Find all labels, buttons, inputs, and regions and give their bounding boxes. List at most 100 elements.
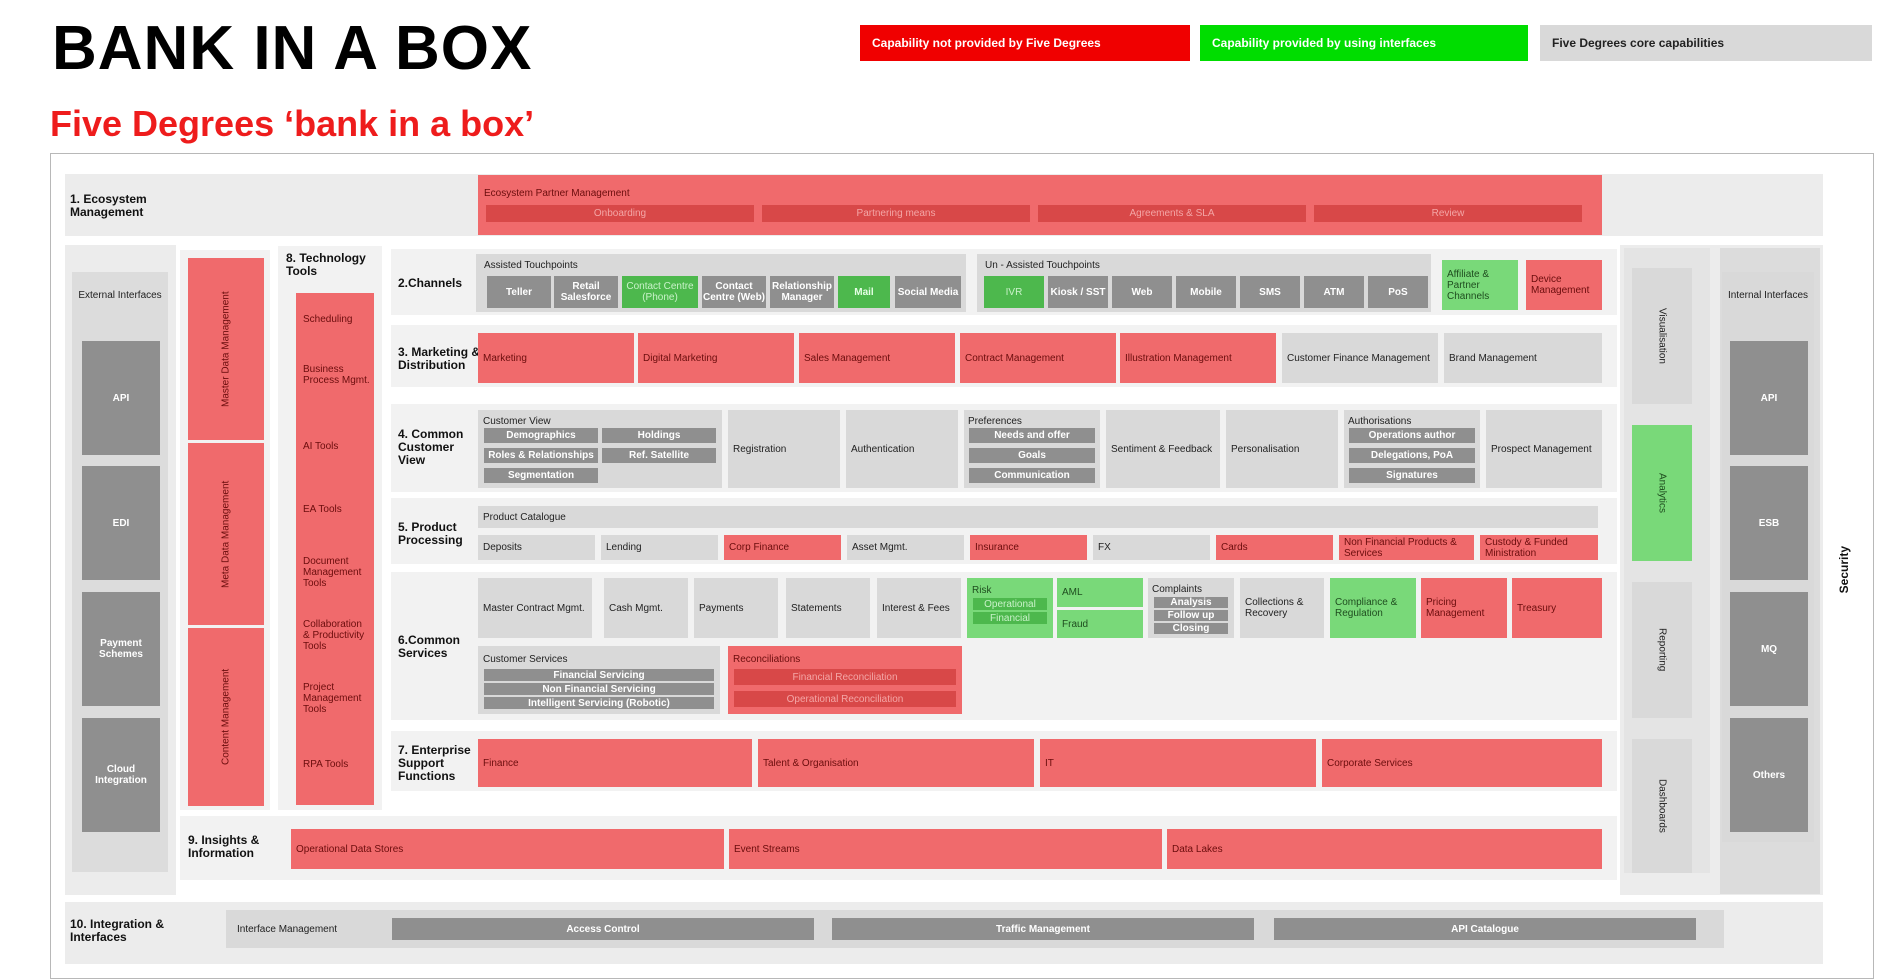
enterprise-title: 7. Enterprise Support Functions: [398, 743, 471, 783]
security-label: Security: [1834, 540, 1854, 600]
insight-item: Event Streams: [729, 829, 1162, 869]
channel-item: Relationship Manager: [770, 276, 834, 308]
tech-tool-item: Business Process Mgmt.: [303, 364, 370, 386]
external-interface-item: Payment Schemes: [82, 592, 160, 706]
risk-title: Risk: [972, 585, 992, 596]
product-item: Insurance: [970, 535, 1087, 560]
reconciliation-item: Operational Reconciliation: [734, 691, 956, 707]
channel-item: IVR: [984, 276, 1044, 308]
marketing-item: Marketing: [478, 333, 634, 383]
internal-interface-item: Others: [1730, 718, 1808, 832]
channel-item: Mail: [838, 276, 890, 308]
preferences-title: Preferences: [968, 416, 1022, 427]
complaint-item: Closing: [1154, 623, 1228, 634]
channel-item: ATM: [1304, 276, 1364, 308]
legend-not-provided: Capability not provided by Five Degrees: [860, 25, 1190, 61]
risk-item: Operational: [973, 598, 1047, 610]
right-column-item: Dashboards: [1632, 739, 1692, 873]
product-item: Cards: [1216, 535, 1333, 560]
sentiment-feedback: Sentiment & Feedback: [1106, 410, 1220, 488]
tech-tool-item: Scheduling: [303, 314, 353, 325]
right-column-item: Visualisation: [1632, 268, 1692, 404]
device-management: Device Management: [1526, 260, 1602, 310]
insights-title: 9. Insights & Information: [188, 833, 260, 860]
right-column-label: Analytics: [1656, 472, 1668, 513]
tech-tool-item: EA Tools: [303, 504, 342, 515]
service-item: Cash Mgmt.: [604, 578, 688, 638]
personalisation: Personalisation: [1226, 410, 1338, 488]
product-item: Non Financial Products & Services: [1339, 535, 1474, 560]
data-mgmt-label: Content Management: [220, 668, 232, 766]
collections-recovery: Collections & Recovery: [1240, 578, 1324, 638]
integration-item: Traffic Management: [832, 918, 1254, 940]
service-item: Master Contract Mgmt.: [478, 578, 592, 638]
product-item: Corp Finance: [724, 535, 841, 560]
channel-item: Social Media: [895, 276, 961, 308]
ecosystem-item: Onboarding: [486, 205, 754, 222]
enterprise-item: IT: [1040, 739, 1316, 787]
customer-title: 4. Common Customer View: [398, 427, 464, 467]
tech-tool-item: Document Management Tools: [303, 556, 362, 589]
data-mgmt-label: Meta Data Management: [220, 480, 232, 588]
ecosystem-item: Partnering means: [762, 205, 1030, 222]
channels-title: 2.Channels: [398, 276, 463, 290]
integration-item: API Catalogue: [1274, 918, 1696, 940]
product-item: Lending: [601, 535, 718, 560]
external-interface-item: Cloud Integration: [82, 718, 160, 832]
channel-item: Mobile: [1176, 276, 1236, 308]
channel-item: Contact Centre (Phone): [622, 276, 698, 308]
external-interface-item: EDI: [82, 466, 160, 580]
internal-interfaces-title: Internal Interfaces: [1727, 290, 1809, 301]
integration-title: 10. Integration & Interfaces: [70, 917, 165, 944]
service-item: Interest & Fees: [877, 578, 961, 638]
right-column-label: Reporting: [1656, 628, 1668, 672]
page-subtitle: Five Degrees ‘bank in a box’: [50, 103, 535, 144]
treasury: Treasury: [1512, 578, 1602, 638]
product-item: Deposits: [478, 535, 595, 560]
internal-interface-item: MQ: [1730, 592, 1808, 706]
product-catalogue: Product Catalogue: [478, 506, 1598, 528]
customer-service-item: Non Financial Servicing: [484, 683, 714, 695]
product-item: Asset Mgmt.: [847, 535, 964, 560]
marketing-item: Illustration Management: [1120, 333, 1276, 383]
authorisation-item: Signatures: [1349, 468, 1475, 483]
enterprise-item: Finance: [478, 739, 752, 787]
reconciliations-title: Reconciliations: [733, 654, 801, 665]
affiliate-channels: Affiliate & Partner Channels: [1442, 260, 1518, 310]
customer-view-item: Roles & Relationships: [484, 448, 598, 463]
compliance-regulation: Compliance & Regulation: [1330, 578, 1416, 638]
legend-interfaces: Capability provided by using interfaces: [1200, 25, 1528, 61]
channel-item: Web: [1112, 276, 1172, 308]
customer-view-title: Customer View: [483, 416, 551, 427]
complaint-item: Follow up: [1154, 610, 1228, 621]
ecosystem-partner-label: Ecosystem Partner Management: [484, 188, 630, 199]
customer-view-item: Segmentation: [484, 468, 598, 483]
customer-service-item: Financial Servicing: [484, 669, 714, 681]
channel-item: SMS: [1240, 276, 1300, 308]
marketing-title: 3. Marketing & Distribution: [398, 345, 481, 372]
product-item: FX: [1093, 535, 1210, 560]
unassisted-title: Un - Assisted Touchpoints: [985, 260, 1100, 271]
marketing-item: Contract Management: [960, 333, 1116, 383]
customer-view-item: Demographics: [484, 428, 598, 443]
channel-item: Contact Centre (Web): [702, 276, 766, 308]
preference-item: Goals: [969, 448, 1095, 463]
tech-tool-item: Project Management Tools: [303, 682, 362, 715]
product-title: 5. Product Processing: [398, 520, 463, 547]
service-item: Statements: [786, 578, 870, 638]
marketing-item: Customer Finance Management: [1282, 333, 1438, 383]
preference-item: Communication: [969, 468, 1095, 483]
channel-item: PoS: [1368, 276, 1428, 308]
internal-interface-item: API: [1730, 341, 1808, 455]
marketing-item: Sales Management: [799, 333, 955, 383]
right-column-label: Visualisation: [1656, 308, 1668, 364]
authentication: Authentication: [846, 410, 958, 488]
right-column-item: Analytics: [1632, 425, 1692, 561]
data-mgmt-label: Master Data Management: [220, 291, 232, 407]
authorisation-item: Delegations, PoA: [1349, 448, 1475, 463]
service-item: Payments: [694, 578, 778, 638]
external-interfaces-title: External Interfaces: [78, 290, 162, 301]
page-title: BANK IN A BOX: [52, 14, 533, 83]
assisted-title: Assisted Touchpoints: [484, 260, 578, 271]
complaints-title: Complaints: [1152, 584, 1203, 595]
